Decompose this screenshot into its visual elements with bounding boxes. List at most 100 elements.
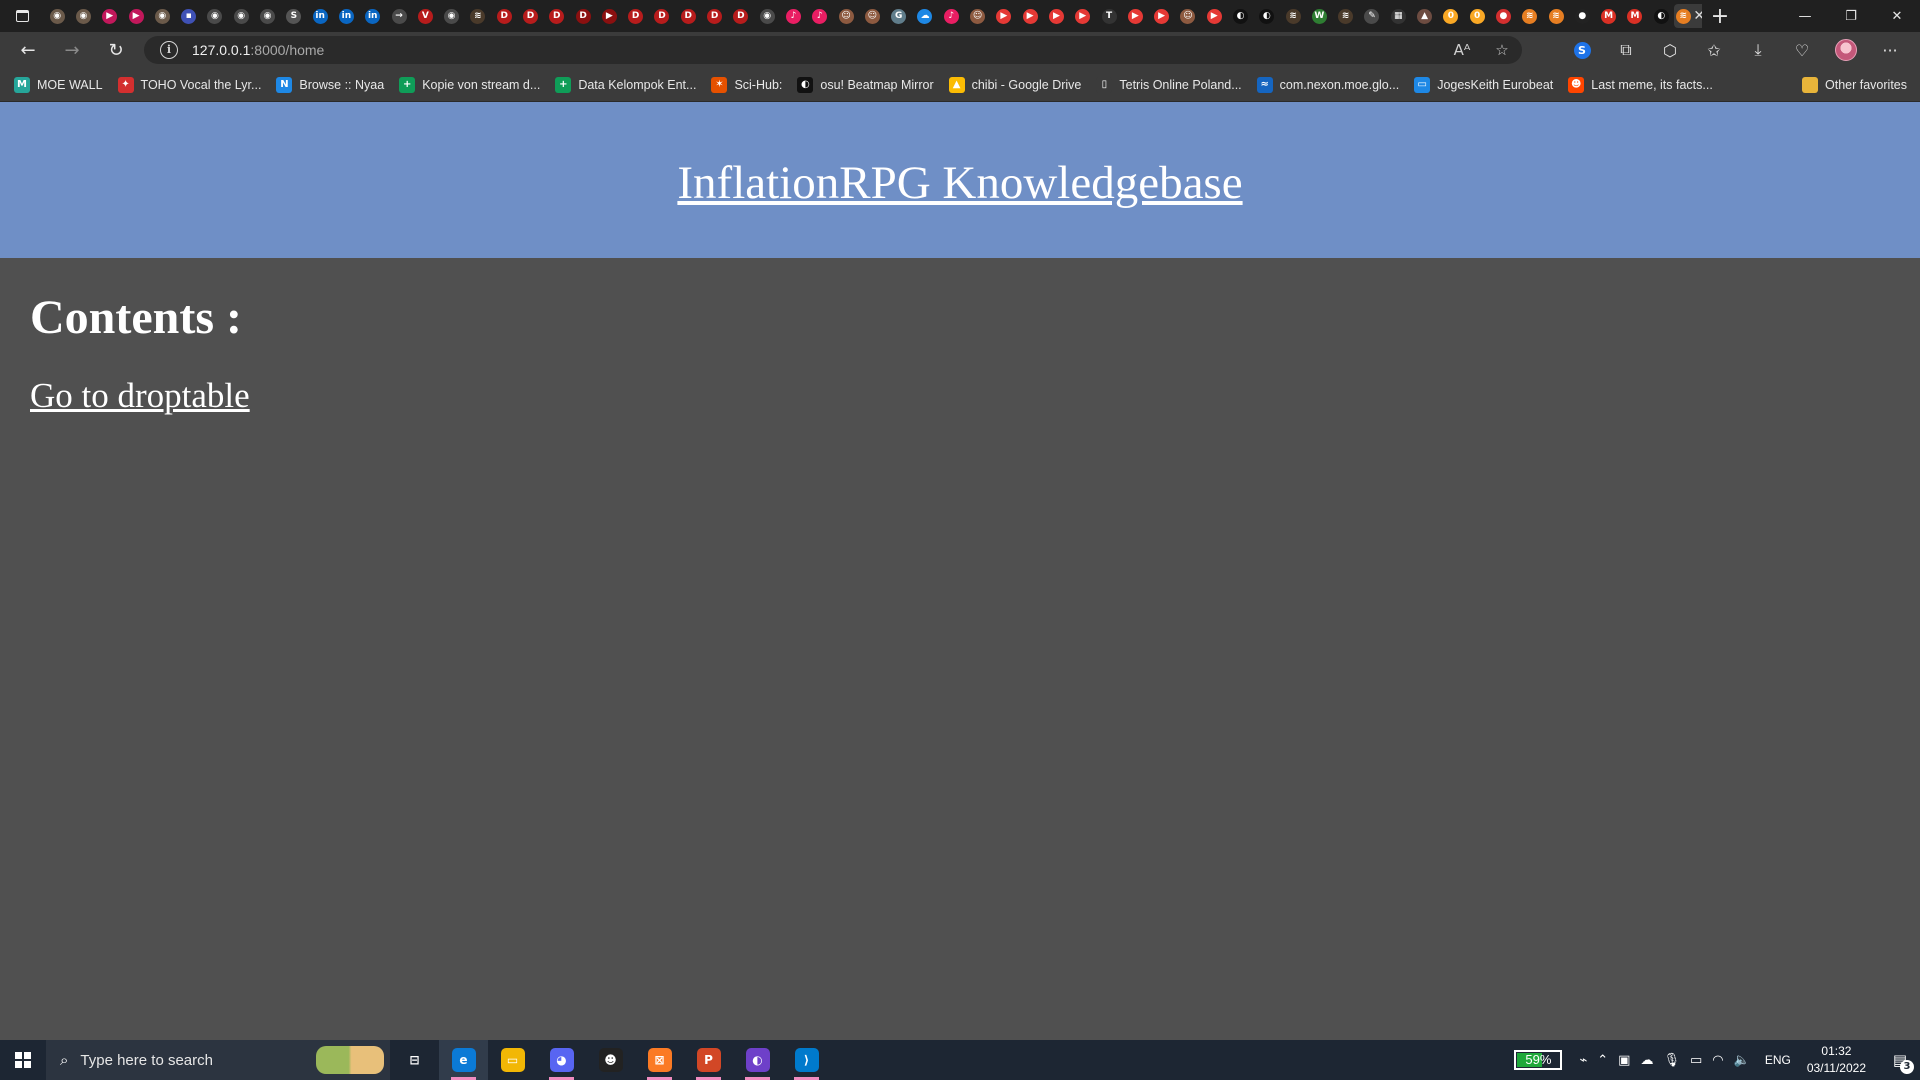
tab-actions-button[interactable] <box>0 0 44 32</box>
browser-tab[interactable]: ▶ <box>596 4 622 28</box>
bookmark-item[interactable]: ◐ osu! Beatmap Mirror <box>791 72 939 98</box>
microphone-icon[interactable]: 🎙 <box>1663 1053 1680 1068</box>
new-tab-button[interactable]: + <box>1702 0 1738 32</box>
browser-tab[interactable]: M <box>1622 4 1648 28</box>
bookmark-item[interactable]: ▲ chibi - Google Drive <box>943 72 1088 98</box>
start-button[interactable] <box>0 1040 46 1080</box>
browser-tab[interactable]: ≋ <box>1517 4 1543 28</box>
browser-tab[interactable]: V <box>412 4 438 28</box>
bookmark-item[interactable]: ▭ JogesKeith Eurobeat <box>1408 72 1559 98</box>
browser-tab[interactable]: 0 <box>1464 4 1490 28</box>
browser-tab[interactable]: D <box>570 4 596 28</box>
browser-tab[interactable]: in <box>307 4 333 28</box>
browser-tab[interactable]: 0 <box>1438 4 1464 28</box>
browser-tab[interactable]: ≋ <box>465 4 491 28</box>
browser-tab[interactable]: D <box>675 4 701 28</box>
browser-tab[interactable]: ▶ <box>991 4 1017 28</box>
shazam-extension-button[interactable]: S <box>1560 32 1604 68</box>
browser-tab[interactable]: ▶ <box>123 4 149 28</box>
close-tab-icon[interactable]: ✕ <box>1693 8 1702 24</box>
browser-tab[interactable]: ✎ <box>1359 4 1385 28</box>
browser-tab[interactable]: ▶ <box>1070 4 1096 28</box>
browser-tab[interactable]: in <box>360 4 386 28</box>
favorites-button[interactable]: ✩ <box>1692 32 1736 68</box>
taskbar-search-box[interactable]: ⌕ Type here to search <box>46 1040 390 1080</box>
browser-tab[interactable]: ≋ <box>1333 4 1359 28</box>
downloads-button[interactable]: ⤓ <box>1736 32 1780 68</box>
volume-icon[interactable]: 🔈 <box>1734 1053 1750 1068</box>
browser-tab[interactable]: D <box>623 4 649 28</box>
address-bar[interactable]: i 127.0.0.1:8000/home Aᴬ ☆ <box>144 36 1522 64</box>
browser-tab[interactable]: ◉ <box>438 4 464 28</box>
site-title-link[interactable]: InflationRPG Knowledgebase <box>677 150 1242 210</box>
browser-tab[interactable]: ▦ <box>1385 4 1411 28</box>
browser-tab[interactable]: T <box>1096 4 1122 28</box>
browser-tab[interactable]: D <box>728 4 754 28</box>
taskbar-app-button[interactable]: P <box>684 1040 733 1080</box>
browser-tab[interactable]: ♪ <box>938 4 964 28</box>
browser-tab[interactable]: ◉ <box>70 4 96 28</box>
reload-button[interactable]: ↻ <box>94 32 138 68</box>
browser-tab[interactable]: ◐ <box>1227 4 1253 28</box>
browser-tab[interactable]: ● <box>1490 4 1516 28</box>
browser-tab[interactable]: ◉ <box>202 4 228 28</box>
browser-tab[interactable]: ▶ <box>1017 4 1043 28</box>
extensions-button[interactable]: ⬡ <box>1648 32 1692 68</box>
bookmark-item[interactable]: ▯ Tetris Online Poland... <box>1090 72 1247 98</box>
forward-button[interactable]: → <box>50 32 94 68</box>
browser-tab[interactable]: ◉ <box>228 4 254 28</box>
notification-center-button[interactable]: ▤ 3 <box>1880 1040 1920 1080</box>
show-hidden-icons-chevron-icon[interactable]: ⌃ <box>1597 1053 1608 1068</box>
browser-tab[interactable]: ▪ <box>175 4 201 28</box>
browser-tab[interactable]: ▶ <box>1043 4 1069 28</box>
browser-tab[interactable]: in <box>333 4 359 28</box>
taskbar-app-button[interactable]: ▭ <box>488 1040 537 1080</box>
browser-tab[interactable]: ◐ <box>1254 4 1280 28</box>
browser-tab[interactable]: ☁ <box>912 4 938 28</box>
battery-saver-icon[interactable]: ▭ <box>1690 1053 1702 1068</box>
close-window-button[interactable]: ✕ <box>1874 0 1920 32</box>
browser-tab-active[interactable]: ≋ ✕ <box>1674 4 1702 28</box>
bookmark-item[interactable]: ✶ Sci-Hub: <box>705 72 788 98</box>
taskbar-app-button[interactable]: ◐ <box>733 1040 782 1080</box>
wifi-icon[interactable]: ◠ <box>1712 1053 1723 1068</box>
browser-tab[interactable]: ▲ <box>1411 4 1437 28</box>
browser-tab[interactable]: D <box>517 4 543 28</box>
language-indicator[interactable]: ENG <box>1765 1053 1791 1067</box>
clock[interactable]: 01:32 03/11/2022 <box>1807 1043 1866 1077</box>
browser-tab[interactable]: ◉ <box>44 4 70 28</box>
browser-tab[interactable]: ▶ <box>1148 4 1174 28</box>
browser-tab[interactable]: M <box>1596 4 1622 28</box>
other-favorites-folder[interactable]: Other favorites <box>1796 72 1913 98</box>
taskbar-app-button[interactable]: ☻ <box>586 1040 635 1080</box>
browser-tab[interactable]: D <box>544 4 570 28</box>
power-icon[interactable]: ⌁ <box>1579 1053 1587 1068</box>
browser-tab[interactable]: ☺ <box>964 4 990 28</box>
droptable-link[interactable]: Go to droptable <box>30 376 250 416</box>
taskbar-app-button[interactable]: e <box>439 1040 488 1080</box>
browser-tab[interactable]: ≋ <box>1280 4 1306 28</box>
bookmark-item[interactable]: N Browse :: Nyaa <box>270 72 390 98</box>
browser-tab[interactable]: ☺ <box>833 4 859 28</box>
browser-essentials-button[interactable]: ♡ <box>1780 32 1824 68</box>
browser-tab[interactable]: W <box>1306 4 1332 28</box>
browser-tab[interactable]: ● <box>1569 4 1595 28</box>
taskbar-app-button[interactable]: ◕ <box>537 1040 586 1080</box>
browser-tab[interactable]: D <box>701 4 727 28</box>
bookmark-item[interactable]: + Data Kelompok Ent... <box>549 72 702 98</box>
onedrive-cloud-icon[interactable]: ☁ <box>1640 1053 1653 1068</box>
bookmark-item[interactable]: ≈ com.nexon.moe.glo... <box>1251 72 1406 98</box>
read-aloud-icon[interactable]: Aᴬ <box>1442 41 1482 59</box>
bookmark-item[interactable]: M MOE WALL <box>8 72 109 98</box>
browser-tab[interactable]: ☺ <box>1175 4 1201 28</box>
browser-tab[interactable]: ♪ <box>807 4 833 28</box>
add-favorite-icon[interactable]: ☆ <box>1482 41 1522 59</box>
browser-tab[interactable]: ▶ <box>97 4 123 28</box>
profile-button[interactable] <box>1824 32 1868 68</box>
browser-tab[interactable]: S <box>281 4 307 28</box>
settings-more-button[interactable]: ··· <box>1868 32 1912 68</box>
browser-tab[interactable]: ◉ <box>254 4 280 28</box>
browser-tab[interactable]: → <box>386 4 412 28</box>
site-info-icon[interactable]: i <box>160 41 178 59</box>
browser-tab[interactable]: ☺ <box>859 4 885 28</box>
